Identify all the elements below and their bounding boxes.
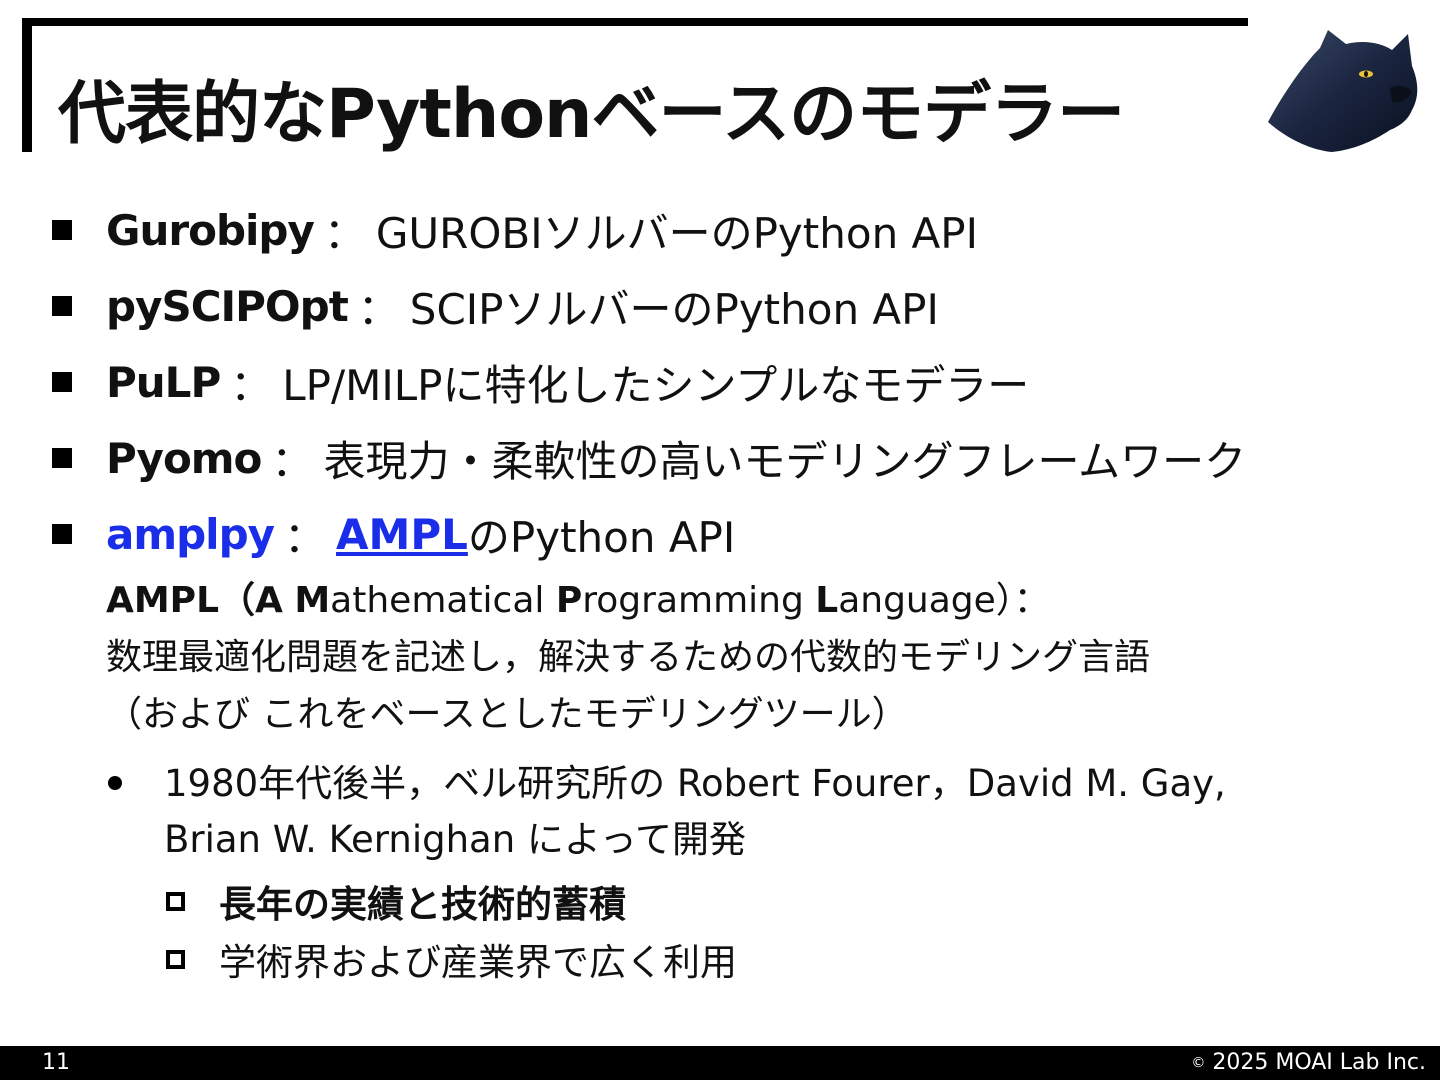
package-name: amplpy bbox=[106, 509, 275, 559]
sub-list-item: 長年の実績と技術的蓄積 bbox=[166, 872, 737, 930]
square-bullet-icon bbox=[52, 524, 72, 544]
package-name: Pyomo bbox=[106, 433, 262, 483]
acronym-text: anguage）： bbox=[838, 580, 1050, 621]
sub-bullet-list: 長年の実績と技術的蓄積 学術界および産業界で広く利用 bbox=[166, 872, 737, 988]
package-description: GUROBIソルバーのPython API bbox=[375, 208, 978, 258]
history-line: Brian W. Kernighan によって開発 bbox=[164, 818, 746, 861]
history-text: 1980年代後半，ベル研究所の Robert Fourer，David M. G… bbox=[164, 756, 1226, 868]
separator: ： bbox=[284, 512, 327, 562]
history-bullet: 1980年代後半，ベル研究所の Robert Fourer，David M. G… bbox=[106, 756, 1406, 868]
hollow-square-bullet-icon bbox=[166, 949, 185, 969]
package-name: PuLP bbox=[106, 357, 221, 407]
slide-title: 代表的なPythonベースのモデラー bbox=[58, 75, 1125, 154]
ampl-definition-note: （および これをベースとしたモデリングツール） bbox=[106, 694, 908, 735]
square-bullet-icon bbox=[52, 296, 72, 316]
separator: ： bbox=[357, 284, 400, 334]
acronym-letter: L bbox=[815, 580, 839, 621]
separator: ： bbox=[323, 208, 366, 258]
ampl-definition: AMPL（A Mathematical Programming Language… bbox=[106, 572, 1150, 743]
ampl-link[interactable]: AMPL bbox=[336, 510, 468, 559]
panther-head-logo-icon bbox=[1268, 30, 1418, 152]
page-number: 11 bbox=[42, 1050, 70, 1075]
acronym-text: athematical bbox=[330, 580, 556, 621]
acronym-letter: A bbox=[255, 580, 283, 621]
separator: ： bbox=[230, 360, 273, 410]
ampl-acronym-line: AMPL（A Mathematical Programming Language… bbox=[106, 572, 1150, 629]
list-item-amplpy: amplpy ： AMPL のPython API bbox=[52, 496, 1412, 572]
title-frame-top bbox=[22, 18, 1248, 26]
square-bullet-icon bbox=[52, 220, 72, 240]
hollow-square-bullet-icon bbox=[166, 891, 185, 911]
history-line: 1980年代後半，ベル研究所の Robert Fourer，David M. G… bbox=[164, 762, 1226, 805]
copyright-text: 2025 MOAI Lab Inc. bbox=[1212, 1050, 1426, 1075]
acronym-text bbox=[283, 580, 294, 621]
sub-list-item: 学術界および産業界で広く利用 bbox=[166, 930, 737, 988]
package-name: Gurobipy bbox=[106, 205, 315, 255]
ampl-acronym: AMPL（ bbox=[106, 580, 256, 621]
sub-item-text: 長年の実績と技術的蓄積 bbox=[219, 883, 626, 926]
list-item-pulp: PuLP ： LP/MILPに特化したシンプルなモデラー bbox=[52, 344, 1412, 420]
package-description: のPython API bbox=[467, 512, 736, 562]
list-item-pyomo: Pyomo ： 表現力・柔軟性の高いモデリングフレームワーク bbox=[52, 420, 1412, 496]
modeler-list: Gurobipy ： GUROBIソルバーのPython API pySCIPO… bbox=[52, 192, 1412, 572]
acronym-letter: P bbox=[555, 580, 583, 621]
copyright: © 2025 MOAI Lab Inc. bbox=[1191, 1050, 1426, 1075]
list-item-gurobipy: Gurobipy ： GUROBIソルバーのPython API bbox=[52, 192, 1412, 268]
package-description: SCIPソルバーのPython API bbox=[409, 284, 939, 334]
history-row: 1980年代後半，ベル研究所の Robert Fourer，David M. G… bbox=[106, 756, 1406, 868]
package-description: 表現力・柔軟性の高いモデリングフレームワーク bbox=[323, 436, 1247, 486]
separator: ： bbox=[271, 436, 314, 486]
copyright-symbol: © bbox=[1191, 1055, 1206, 1071]
package-name: pySCIPOpt bbox=[106, 281, 349, 331]
list-item-pyscipopt: pySCIPOpt ： SCIPソルバーのPython API bbox=[52, 268, 1412, 344]
footer-bar: 11 © 2025 MOAI Lab Inc. bbox=[0, 1046, 1440, 1080]
package-description: LP/MILPに特化したシンプルなモデラー bbox=[282, 360, 1030, 410]
ampl-definition-line: 数理最適化問題を記述し，解決するための代数的モデリング言語 bbox=[106, 637, 1151, 678]
sub-item-text: 学術界および産業界で広く利用 bbox=[219, 941, 737, 984]
square-bullet-icon bbox=[52, 372, 72, 392]
round-bullet-icon bbox=[108, 776, 122, 790]
square-bullet-icon bbox=[52, 448, 72, 468]
title-frame-left bbox=[22, 18, 32, 152]
acronym-letter: M bbox=[294, 580, 331, 621]
acronym-text: rogramming bbox=[582, 580, 816, 621]
